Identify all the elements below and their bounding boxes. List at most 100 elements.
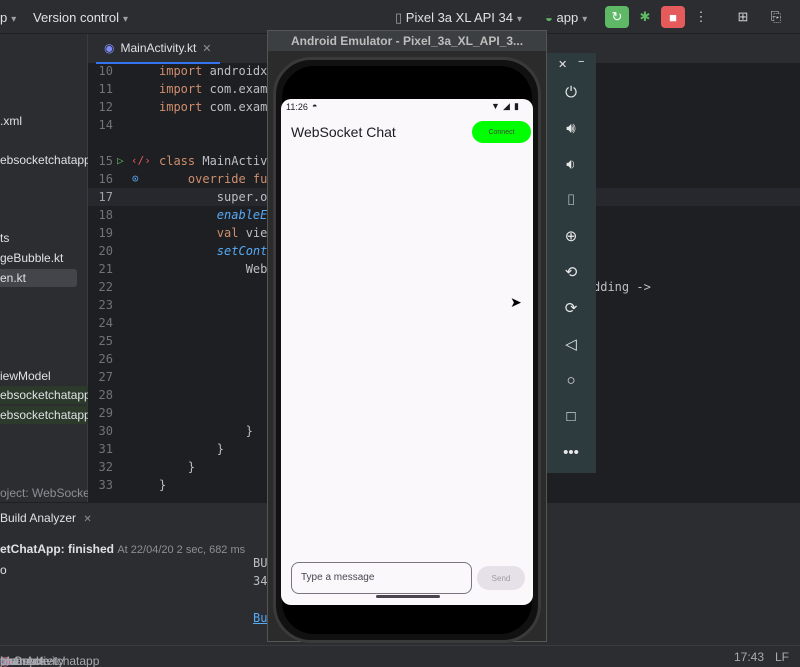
tree-item[interactable]: geBubble.kt bbox=[0, 249, 63, 267]
minimize-icon[interactable]: − bbox=[578, 56, 584, 68]
emulator-body: 11:26 ◓ ▼ ◢ ▮ WebSocket Chat Connect Typ… bbox=[268, 51, 546, 643]
build-status: etChatApp: finished bbox=[0, 542, 114, 556]
emulator-title[interactable]: Android Emulator - Pixel_3a_XL_API_3... bbox=[268, 31, 546, 51]
chevron-down-icon: ▾ bbox=[516, 14, 523, 25]
tree-item[interactable]: .xml bbox=[0, 112, 22, 130]
code-line: super.onC bbox=[159, 190, 282, 204]
more-vertical-icon: ⋮ bbox=[694, 9, 708, 24]
close-icon[interactable]: ✕ bbox=[202, 42, 211, 55]
connect-button[interactable]: Connect bbox=[472, 121, 531, 143]
camera-icon[interactable]: ⌷ bbox=[559, 188, 583, 212]
code-line: override fun bbox=[187, 172, 275, 186]
run-config-selector[interactable]: ◒ app ▾ bbox=[545, 10, 587, 25]
back-icon[interactable]: ◁ bbox=[559, 332, 583, 356]
bug-icon: ✱ bbox=[639, 9, 651, 24]
line-number: 26 bbox=[98, 352, 113, 366]
line-ending[interactable]: LF bbox=[775, 650, 789, 664]
overview-icon[interactable]: □ bbox=[559, 404, 583, 428]
signal-icon: ◢ bbox=[503, 101, 510, 111]
tree-item[interactable]: ts bbox=[0, 229, 9, 247]
message-input[interactable]: Type a message bbox=[291, 562, 472, 594]
translate-button[interactable]: ⎘ bbox=[764, 6, 788, 28]
code-line: WebSo bbox=[159, 262, 282, 276]
code-line: setConten bbox=[216, 244, 282, 258]
line-number: 28 bbox=[98, 388, 113, 402]
stop-button[interactable]: ■ bbox=[661, 6, 685, 28]
android-icon: ◒ bbox=[545, 10, 553, 25]
tree-item[interactable]: iewModel bbox=[0, 367, 51, 385]
console-link[interactable]: Bu bbox=[253, 611, 267, 625]
code-line: } bbox=[159, 478, 167, 492]
phone-status-bar: 11:26 ◓ ▼ ◢ ▮ bbox=[281, 99, 533, 115]
line-number: 20 bbox=[98, 244, 113, 258]
main-toolbar: p ▾ Version control ▾ ▯ Pixel 3a XL API 34… bbox=[0, 0, 800, 34]
tree-item-selected[interactable]: en.kt bbox=[0, 269, 77, 287]
breadcrumb-item[interactable]: onCreate bbox=[0, 654, 49, 667]
status-bar: ▭ src › ▭ main › java › com › example › w… bbox=[0, 645, 800, 667]
project-panel: .xml ebsocketchatapp ts geBubble.kt en.k… bbox=[0, 34, 102, 502]
line-number: 11 bbox=[98, 82, 113, 96]
more-icon[interactable]: ••• bbox=[559, 440, 583, 464]
phone-clock: 11:26 bbox=[286, 102, 308, 112]
gesture-bar[interactable] bbox=[376, 595, 440, 598]
more-actions-button[interactable]: ⋮ bbox=[689, 6, 713, 28]
tree-item[interactable]: ebsocketchatapp bbox=[0, 386, 91, 404]
chevron-down-icon: ▾ bbox=[582, 14, 588, 25]
override-icon[interactable]: ⊙ bbox=[132, 170, 139, 188]
line-number: 17 bbox=[98, 190, 113, 204]
build-subtask[interactable]: o bbox=[0, 563, 7, 577]
code-overflow: dding -> bbox=[593, 280, 651, 294]
console-line: 34 bbox=[253, 574, 268, 588]
code-line: class MainActivit bbox=[159, 154, 282, 168]
code-line: import androidx.c bbox=[159, 64, 282, 78]
layout-inspector-button[interactable]: ⊞ bbox=[731, 6, 755, 28]
vcs-selector[interactable]: Version control ▾ bbox=[33, 10, 128, 25]
power-icon[interactable]: ⏻ bbox=[559, 80, 583, 104]
tab-label: MainActivity.kt bbox=[120, 41, 197, 55]
tree-item[interactable]: ebsocketchatapp bbox=[0, 406, 91, 424]
code-line: } bbox=[159, 442, 225, 456]
code-line: } bbox=[159, 460, 196, 474]
line-number: 27 bbox=[98, 370, 113, 384]
send-button[interactable]: Send bbox=[477, 566, 525, 590]
zoom-in-icon[interactable]: ⊕ bbox=[559, 224, 583, 248]
refresh-icon: ↻ bbox=[611, 9, 623, 24]
line-number: 30 bbox=[98, 424, 113, 438]
code-line: val viewM bbox=[216, 226, 282, 240]
project-footer: oject: WebSocketC bbox=[0, 486, 102, 500]
build-status-row[interactable]: etChatApp: finished At 22/04/20 2 sec, 6… bbox=[0, 542, 245, 556]
chevron-down-icon: ▾ bbox=[11, 14, 17, 25]
tree-item[interactable]: ebsocketchatapp bbox=[0, 151, 91, 169]
home-icon[interactable]: ○ bbox=[559, 368, 583, 392]
line-number: 32 bbox=[98, 460, 113, 474]
close-icon[interactable]: ✕ bbox=[83, 514, 91, 525]
volume-up-icon[interactable]: 🔊︎ bbox=[559, 116, 583, 140]
tab-build-analyzer[interactable]: Build Analyzer ✕ bbox=[0, 511, 92, 525]
compose-preview-icon[interactable]: ‹/› bbox=[131, 152, 151, 170]
line-number: 33 bbox=[98, 478, 113, 492]
notification-icon: ◓ bbox=[312, 101, 318, 111]
build-time: At 22/04/20 2 sec, 682 ms bbox=[117, 544, 246, 556]
tab-main-activity[interactable]: ◉ MainActivity.kt ✕ bbox=[96, 34, 220, 64]
project-selector[interactable]: p ▾ bbox=[0, 10, 16, 25]
line-number: 16 bbox=[98, 172, 113, 186]
line-number: 31 bbox=[98, 442, 113, 456]
volume-down-icon[interactable]: 🔉︎ bbox=[559, 152, 583, 176]
cursor-position[interactable]: 17:43 bbox=[734, 650, 764, 664]
code-line: } bbox=[159, 406, 282, 420]
rotate-left-icon[interactable]: ⟲ bbox=[559, 260, 583, 284]
device-selector[interactable]: ▯ Pixel 3a XL API 34 ▾ bbox=[395, 10, 522, 26]
emulator-window: Android Emulator - Pixel_3a_XL_API_3... … bbox=[267, 30, 547, 643]
apply-changes-button[interactable]: ↻ bbox=[605, 6, 629, 28]
run-gutter-icon[interactable]: ▷ bbox=[117, 152, 124, 170]
line-number: 10 bbox=[98, 64, 113, 78]
console-line: BU bbox=[253, 556, 268, 570]
debug-button[interactable]: ✱ bbox=[633, 6, 657, 28]
close-icon[interactable]: ✕ bbox=[558, 58, 567, 71]
line-number: 18 bbox=[98, 208, 113, 222]
line-number: 19 bbox=[98, 226, 113, 240]
line-number: 29 bbox=[98, 406, 113, 420]
line-number: 15 bbox=[98, 154, 113, 168]
rotate-right-icon[interactable]: ⟳ bbox=[559, 296, 583, 320]
phone-screen[interactable]: 11:26 ◓ ▼ ◢ ▮ WebSocket Chat Connect Typ… bbox=[281, 99, 533, 605]
